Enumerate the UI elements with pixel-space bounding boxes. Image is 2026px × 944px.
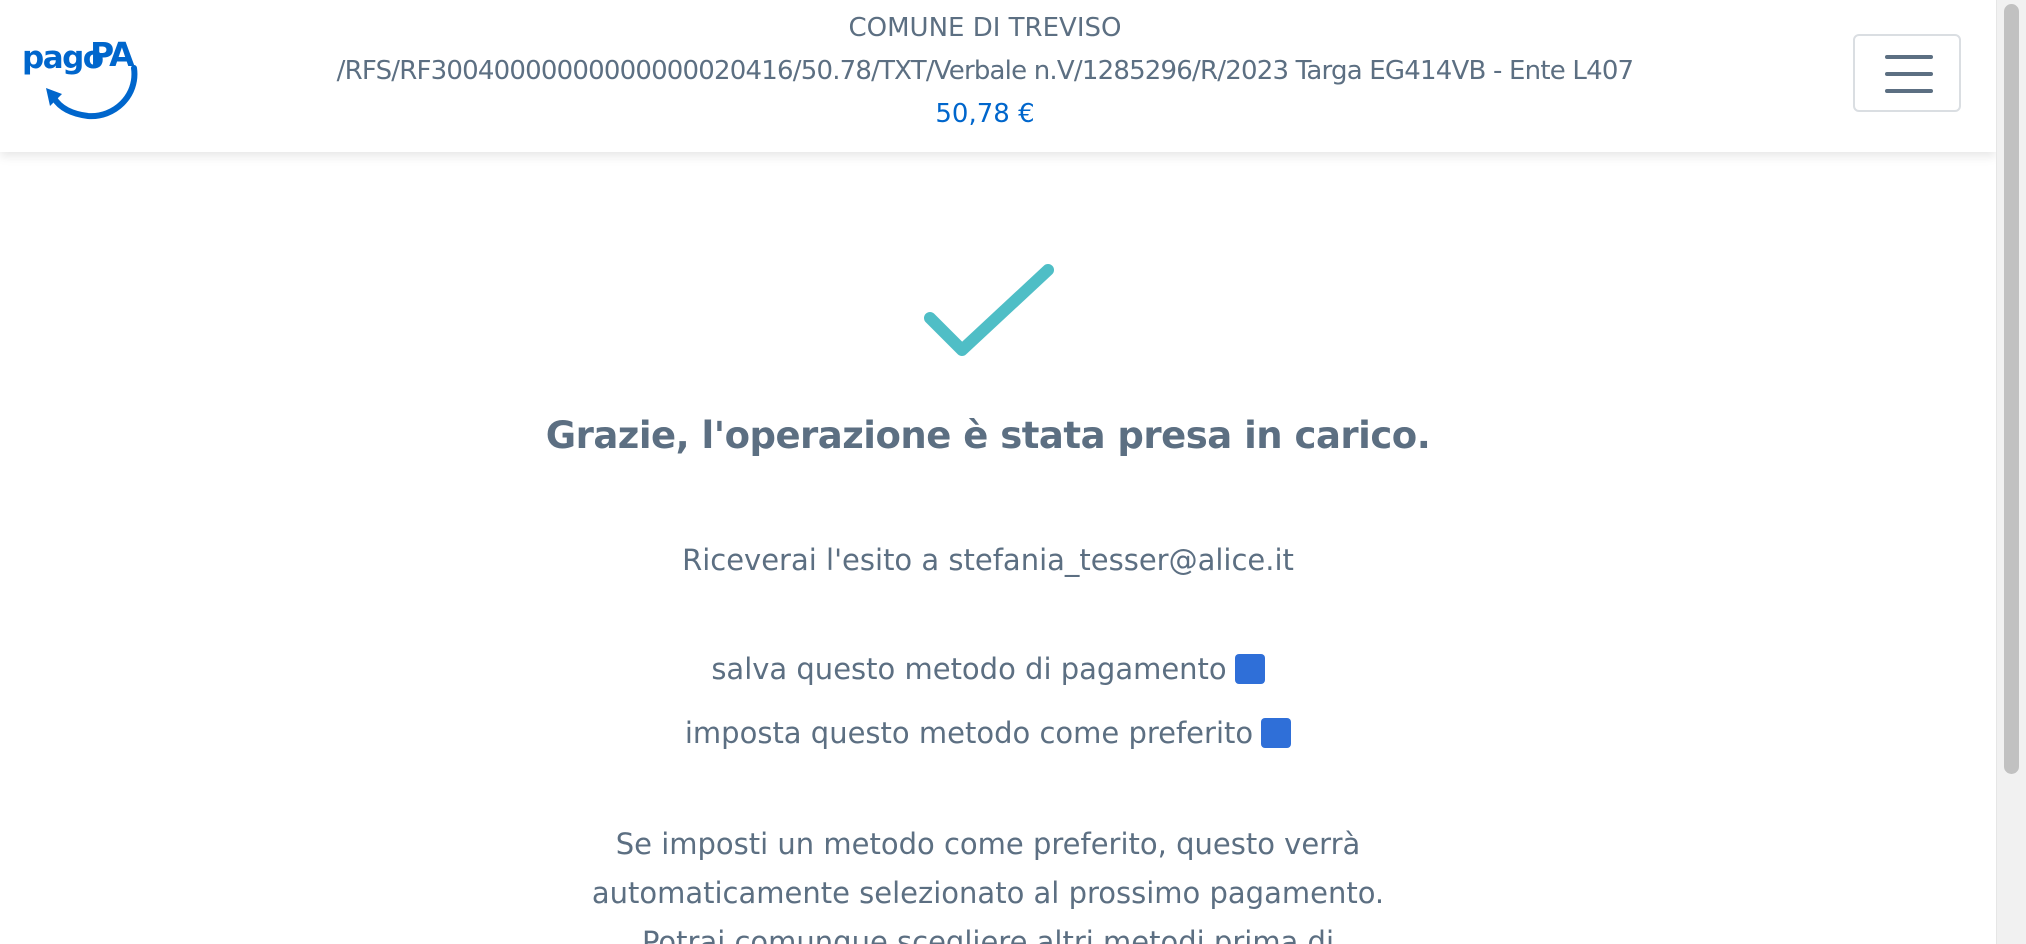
pagopa-logo[interactable]: pago PA: [22, 38, 140, 120]
save-method-checkbox[interactable]: [1234, 654, 1265, 684]
info-line: Potrai comunque scegliere altri metodi p…: [641, 925, 1335, 944]
confirmation-title: Grazie, l'operazione è stata presa in ca…: [545, 414, 1431, 457]
header: pago PA COMUNE DI TREVISO /RFS/RF3004000…: [0, 0, 1996, 152]
pagopa-logo-graphic: pago PA: [22, 38, 138, 120]
ente-name: COMUNE DI TREVISO: [848, 13, 1122, 43]
preferred-method-option: imposta questo metodo come preferito: [0, 713, 1976, 753]
scrollbar-thumb[interactable]: [2004, 4, 2019, 774]
payment-amount: 50,78 €: [935, 99, 1035, 129]
main-content: Grazie, l'operazione è stata presa in ca…: [0, 152, 1996, 944]
info-line: automaticamente selezionato al prossimo …: [591, 876, 1385, 910]
preferred-method-checkbox[interactable]: [1261, 718, 1292, 748]
hamburger-menu-button[interactable]: [1853, 34, 1961, 112]
payment-summary: COMUNE DI TREVISO /RFS/RF300400000000000…: [280, 10, 1690, 132]
payment-subject: /RFS/RF30040000000000000020416/50.78/TXT…: [336, 56, 1634, 86]
check-icon: [924, 264, 1054, 356]
info-line: Se imposti un metodo come preferito, que…: [615, 827, 1361, 861]
page-scrollbar[interactable]: [1996, 0, 2026, 944]
logo-pa-lettering: PA: [90, 38, 135, 74]
save-method-label: salva questo metodo di pagamento: [711, 652, 1227, 686]
preferred-method-info: Se imposti un metodo come preferito, que…: [568, 820, 1408, 944]
result-email-text: Riceverai l'esito a stefania_tesser@alic…: [682, 543, 1294, 577]
page-viewport: pago PA COMUNE DI TREVISO /RFS/RF3004000…: [0, 0, 1996, 944]
save-method-option: salva questo metodo di pagamento: [0, 649, 1976, 689]
preferred-method-label: imposta questo metodo come preferito: [684, 716, 1254, 750]
